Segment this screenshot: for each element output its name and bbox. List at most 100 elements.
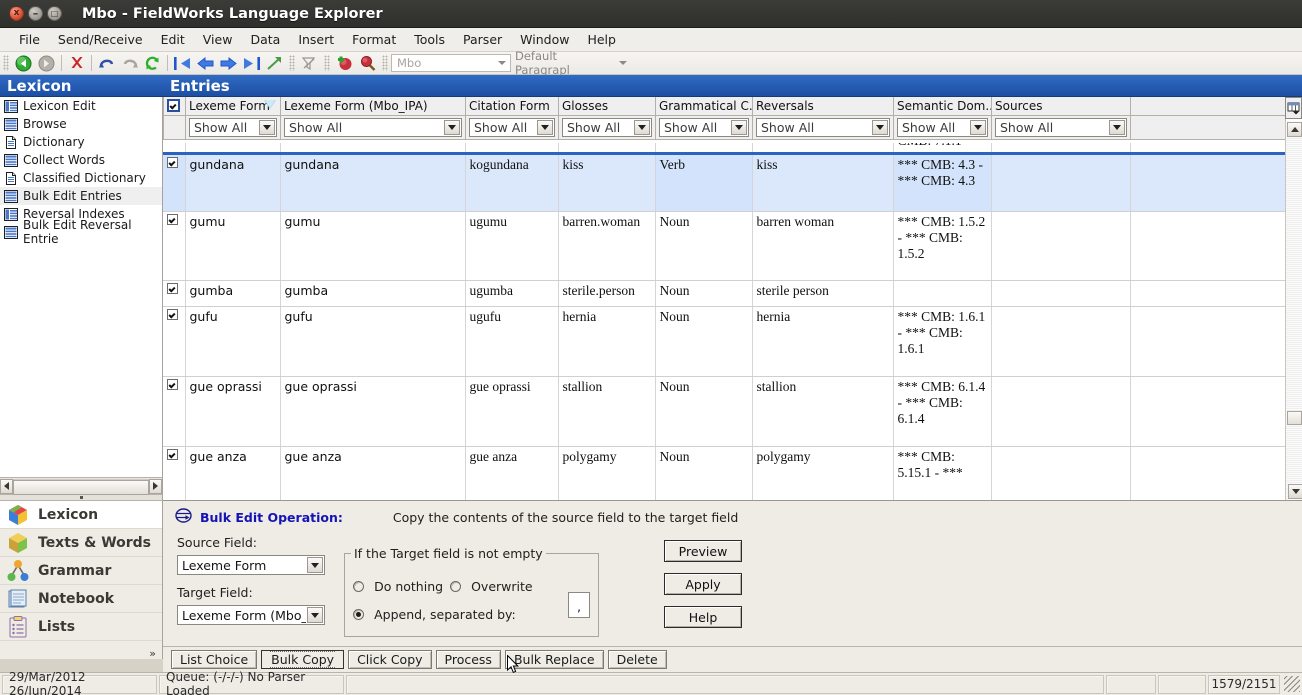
cell-reversals[interactable]: sterile person (752, 280, 894, 307)
configure-columns-button[interactable] (1285, 97, 1302, 119)
cell-lexeme-form-ipa[interactable]: gumba (280, 280, 466, 307)
previous-record-button[interactable] (194, 53, 217, 74)
cell-glosses[interactable]: hernia (558, 306, 656, 377)
cell-reversals[interactable]: hernia (752, 306, 894, 377)
row-checkbox[interactable] (167, 283, 178, 294)
cell-empty[interactable] (1130, 446, 1285, 501)
jump-button[interactable] (263, 53, 286, 74)
menu-view[interactable]: View (194, 29, 242, 50)
sidebar-item-bulk-edit-entries[interactable]: Bulk Edit Entries (0, 187, 162, 205)
preview-button[interactable]: Preview (664, 540, 742, 562)
cell-semantic-domains[interactable]: *** CMB: 6.1.4 - *** CMB: 6.1.4 (893, 376, 992, 447)
cell-reversals[interactable]: kiss (752, 154, 894, 212)
sidebar-item-dictionary[interactable]: Dictionary (0, 133, 162, 151)
area-item-notebook[interactable]: Notebook (0, 585, 162, 613)
scroll-thumb[interactable] (1287, 411, 1302, 425)
cell-glosses[interactable]: sterile.person (558, 280, 656, 307)
filter-button[interactable] (298, 53, 321, 74)
table-row[interactable]: gumu gumu ugumu barren.woman Noun barren… (163, 211, 1285, 281)
menu-parser[interactable]: Parser (454, 29, 511, 50)
scroll-up-button[interactable] (1287, 122, 1302, 137)
tab-process[interactable]: Process (435, 650, 501, 669)
first-record-button[interactable] (171, 53, 194, 74)
cell-semantic-domains[interactable]: *** CMB: 4.3 - *** CMB: 4.3 (893, 154, 992, 212)
area-item-texts-and-words[interactable]: Texts & Words (0, 529, 162, 557)
writing-system-combo[interactable]: Mbo (391, 54, 511, 72)
row-checkbox[interactable] (167, 214, 178, 225)
chevron-down-icon[interactable] (259, 119, 275, 135)
menu-help[interactable]: Help (578, 29, 625, 50)
chevron-down-icon[interactable] (307, 607, 323, 623)
row-checkbox-cell[interactable] (163, 446, 186, 501)
column-header-lexeme-form[interactable]: Lexeme Form (185, 97, 281, 116)
area-item-lists[interactable]: Lists (0, 613, 162, 641)
cell-sources[interactable] (991, 306, 1131, 377)
separator-input[interactable]: , (568, 592, 590, 618)
filter-combo-sources[interactable]: Show All (995, 117, 1127, 137)
filter-combo-grammatical-category[interactable]: Show All (659, 117, 749, 137)
cell-reversals[interactable]: barren woman (752, 211, 894, 281)
scroll-thumb[interactable] (13, 479, 149, 495)
do-nothing-radio[interactable] (353, 581, 364, 592)
cell-grammatical-category[interactable]: Noun (655, 211, 753, 281)
menu-file[interactable]: File (10, 29, 49, 50)
cell-sources[interactable] (991, 211, 1131, 281)
filter-combo-semantic-domains[interactable]: Show All (897, 117, 988, 137)
filter-combo-glosses[interactable]: Show All (562, 117, 652, 137)
cell-citation-form[interactable]: ugufu (465, 306, 559, 377)
cell-glosses[interactable]: barren.woman (558, 211, 656, 281)
menu-format[interactable]: Format (343, 29, 405, 50)
row-checkbox[interactable] (167, 157, 178, 168)
tab-click-copy[interactable]: Click Copy (348, 650, 432, 669)
cell-lexeme-form-ipa[interactable]: gundana (280, 154, 466, 212)
find-button[interactable] (356, 53, 379, 74)
target-field-select[interactable]: Lexeme Form (Mbo_IPA (177, 605, 325, 625)
tab-bulk-copy[interactable]: Bulk Copy (261, 650, 345, 669)
cell-citation-form[interactable]: gue oprassi (465, 376, 559, 447)
minimize-window-button[interactable]: – (28, 6, 43, 21)
sidebar-item-bulk-edit-reversal-entries[interactable]: Bulk Edit Reversal Entrie (0, 218, 162, 246)
paragraph-style-combo[interactable]: Default Paragrapl (511, 49, 631, 77)
table-row[interactable]: gue anza gue anza gue anza polygamy Noun… (163, 446, 1285, 501)
resize-grip-icon[interactable] (1284, 676, 1300, 692)
chevron-down-icon[interactable] (634, 119, 650, 135)
area-item-lexicon[interactable]: Lexicon (0, 501, 162, 529)
toolbar-grip[interactable] (289, 55, 295, 71)
chevron-down-icon[interactable] (970, 119, 986, 135)
maximize-window-button[interactable]: □ (47, 6, 62, 21)
chevron-down-icon[interactable] (307, 557, 323, 573)
filter-combo-lexeme-form[interactable]: Show All (189, 117, 277, 137)
cell-lexeme-form-ipa[interactable]: gue oprassi (280, 376, 466, 447)
cell-glosses[interactable]: kiss (558, 154, 656, 212)
refresh-button[interactable] (141, 53, 164, 74)
column-header-empty[interactable] (1130, 97, 1286, 116)
sidebar-item-classified-dictionary[interactable]: Classified Dictionary (0, 169, 162, 187)
cell-lexeme-form-ipa[interactable]: gue anza (280, 446, 466, 501)
cell-lexeme-form-ipa[interactable]: gufu (280, 306, 466, 377)
sidebar-item-lexicon-edit[interactable]: Lexicon Edit (0, 97, 162, 115)
cell-semantic-domains[interactable]: *** CMB: 1.6.1 - *** CMB: 1.6.1 (893, 306, 992, 377)
menu-edit[interactable]: Edit (152, 29, 194, 50)
apply-button[interactable]: Apply (664, 573, 742, 595)
cell-grammatical-category[interactable]: Noun (655, 446, 753, 501)
menu-send-receive[interactable]: Send/Receive (49, 29, 152, 50)
cell-glosses[interactable]: stallion (558, 376, 656, 447)
scroll-left-button[interactable] (0, 478, 13, 494)
table-row[interactable]: gufu gufu ugufu hernia Noun hernia *** C… (163, 306, 1285, 377)
cell-lexeme-form[interactable]: gumba (185, 280, 281, 307)
chevron-down-icon[interactable] (537, 119, 553, 135)
forward-button[interactable] (35, 53, 58, 74)
cell-empty[interactable] (1130, 280, 1285, 307)
cell-lexeme-form[interactable]: gundana (185, 154, 281, 212)
source-field-select[interactable]: Lexeme Form (177, 555, 325, 575)
chevron-down-icon[interactable] (731, 119, 747, 135)
option-do-nothing[interactable]: Do nothing (353, 576, 443, 595)
column-header-sources[interactable]: Sources (991, 97, 1131, 116)
cell-semantic-domains[interactable]: *** CMB: 5.15.1 - *** (893, 446, 992, 501)
column-header-lexeme-form-ipa[interactable]: Lexeme Form (Mbo_IPA) (280, 97, 466, 116)
sidebar-item-browse[interactable]: Browse (0, 115, 162, 133)
redo-button[interactable] (118, 53, 141, 74)
row-checkbox-cell[interactable] (163, 306, 186, 377)
scroll-right-button[interactable] (149, 478, 162, 494)
sidebar-splitter[interactable] (0, 494, 163, 501)
